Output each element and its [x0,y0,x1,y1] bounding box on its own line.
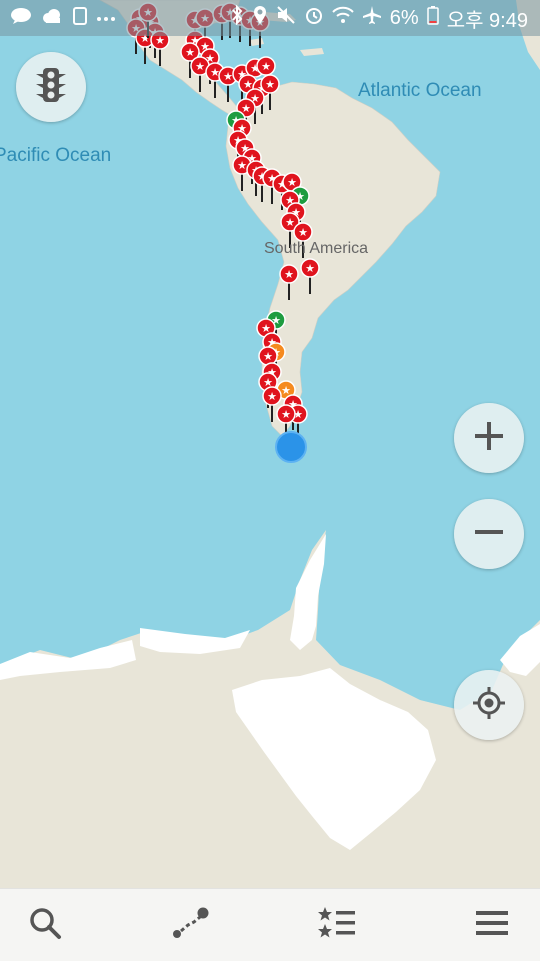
star-icon: ★ [298,226,308,239]
south-america-label: South America [264,240,369,257]
map-canvas[interactable]: ★ ★ ★ ★★ ★★ ★ ★ ★ ★ ★★ ★★★★★★★★★ ★ ★ ★★★★★★★★★★★★★★★★… [0,0,540,960]
route-button[interactable] [145,889,235,961]
star-icon: ★ [223,70,233,83]
status-bar: 6% 오후 9:49 [0,0,540,36]
route-icon [170,905,210,946]
crosshair-icon [472,686,506,725]
star-icon: ★ [265,78,275,91]
star-icon: ★ [285,216,295,229]
traffic-button[interactable] [16,52,86,122]
search-icon [27,905,63,946]
menu-button[interactable] [447,889,537,961]
zoom-in-button[interactable] [454,403,524,473]
star-icon: ★ [195,60,205,73]
traffic-light-icon [34,66,68,109]
nfc-icon [72,6,88,31]
mute-icon [276,5,296,31]
my-location-button[interactable] [454,670,524,740]
star-icon: ★ [237,159,247,172]
current-location-dot [275,431,307,463]
airplane-icon [362,5,382,31]
star-icon: ★ [287,176,297,189]
bluetooth-icon [230,4,244,31]
battery-icon [426,5,439,31]
star-icon: ★ [185,46,195,59]
star-icon: ★ [284,268,294,281]
menu-icon [474,908,510,943]
wifi-icon [332,6,354,30]
star-icon: ★ [281,408,291,421]
zoom-out-button[interactable] [454,499,524,569]
bookmarks-icon [317,905,357,946]
bottom-navigation-bar [0,888,540,961]
search-button[interactable] [0,889,90,961]
talk-icon [10,7,32,30]
battery-percent: 6% [389,6,419,29]
pacific-ocean-label: Pacific Ocean [0,145,112,166]
atlantic-ocean-label: Atlantic Ocean [358,80,482,101]
more-icon [96,9,116,27]
star-icon: ★ [263,350,273,363]
star-icon: ★ [305,262,315,275]
alarm-icon [304,5,324,31]
bookmarks-button[interactable] [292,889,382,961]
plus-icon [473,420,505,457]
star-icon: ★ [267,390,277,403]
cloud-icon [40,8,64,29]
location-icon [252,5,268,31]
star-icon: ★ [261,60,271,73]
status-time: 오후 9:49 [446,9,528,32]
minus-icon [473,516,505,553]
